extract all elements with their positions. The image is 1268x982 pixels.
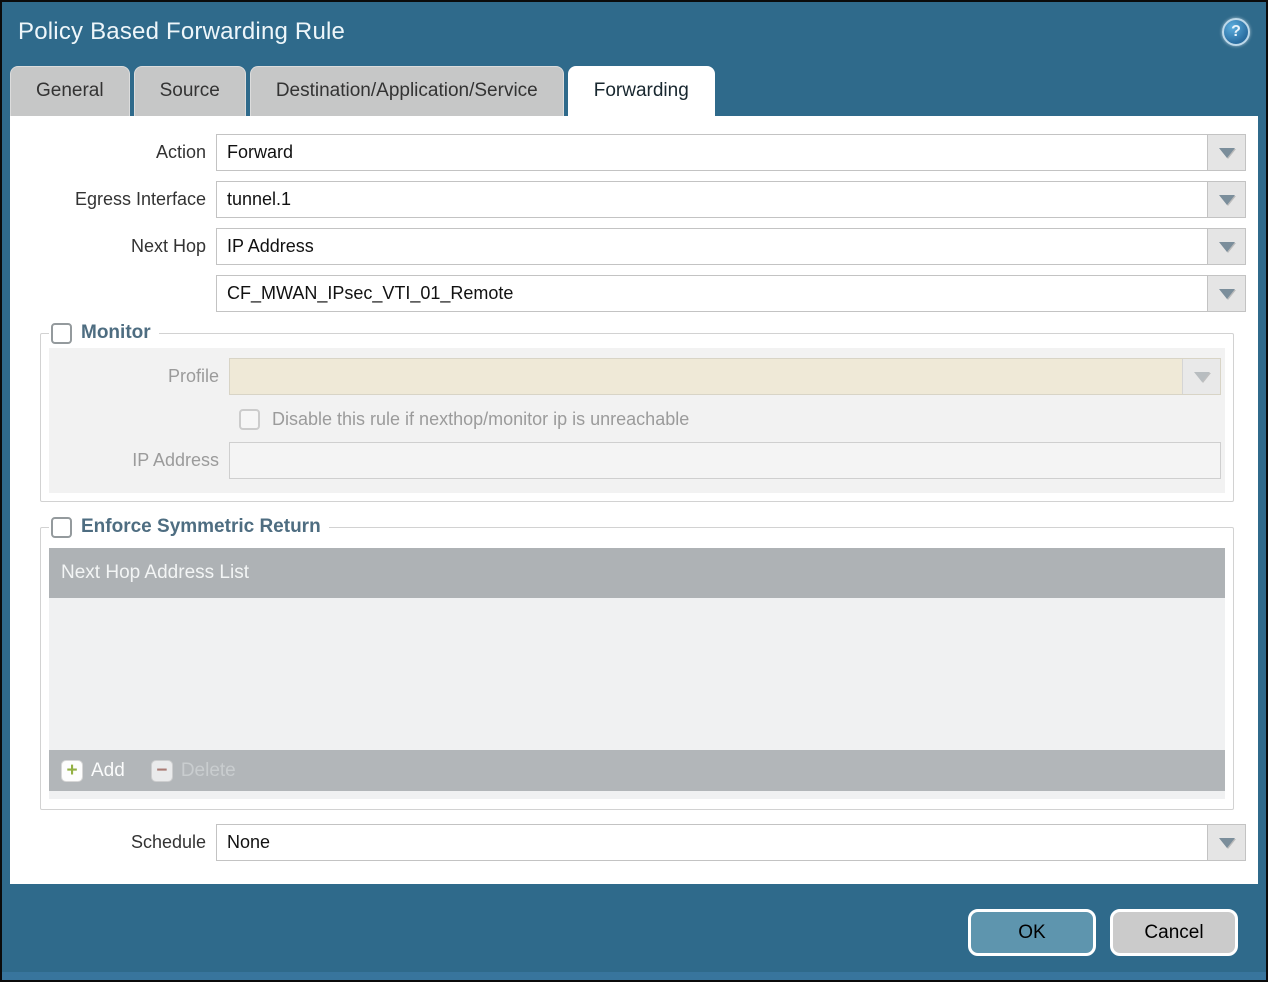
chevron-down-icon <box>1218 288 1235 299</box>
add-button[interactable]: + Add <box>61 759 125 782</box>
chevron-down-icon <box>1218 837 1235 848</box>
schedule-value: None <box>227 832 271 852</box>
schedule-row: Schedule None <box>10 824 1246 861</box>
next-hop-label: Next Hop <box>130 236 206 256</box>
chevron-down-icon <box>1218 147 1235 158</box>
monitor-checkbox[interactable] <box>51 322 72 344</box>
monitor-ip-address-label: IP Address <box>132 450 219 470</box>
schedule-dropdown-button[interactable] <box>1207 825 1245 860</box>
dialog-title: Policy Based Forwarding Rule <box>18 18 346 45</box>
disable-rule-label: Disable this rule if nexthop/monitor ip … <box>272 409 690 429</box>
monitor-legend: Monitor <box>49 322 159 344</box>
next-hop-row: Next Hop IP Address <box>10 228 1246 265</box>
monitor-ip-address-row: IP Address <box>49 442 1221 479</box>
tab-general[interactable]: General <box>10 66 130 116</box>
bottom-accent-strip <box>2 972 1266 980</box>
dialog-footer: OK Cancel <box>2 884 1266 972</box>
delete-button-label: Delete <box>180 759 236 781</box>
chevron-down-icon <box>1218 194 1235 205</box>
cancel-button[interactable]: Cancel <box>1110 909 1238 956</box>
egress-interface-dropdown-button[interactable] <box>1207 182 1245 217</box>
action-value: Forward <box>227 142 294 162</box>
next-hop-address-list-grid: Next Hop Address List + Add − Delete <box>49 548 1225 799</box>
tab-strip: General Source Destination/Application/S… <box>2 62 1266 116</box>
policy-based-forwarding-rule-dialog: Policy Based Forwarding Rule ? General S… <box>0 0 1268 982</box>
next-hop-address-list-header: Next Hop Address List <box>49 548 1225 598</box>
disable-rule-row: Disable this rule if nexthop/monitor ip … <box>239 409 1225 430</box>
monitor-legend-label: Monitor <box>81 322 151 343</box>
next-hop-type-select[interactable]: IP Address <box>216 228 1246 265</box>
monitor-panel: Profile Disable this rule if nexthop/mon… <box>49 348 1225 493</box>
egress-interface-value: tunnel.1 <box>227 189 292 209</box>
delete-button[interactable]: − Delete <box>150 759 236 782</box>
enforce-symmetric-return-legend: Enforce Symmetric Return <box>49 516 329 538</box>
egress-interface-row: Egress Interface tunnel.1 <box>10 181 1246 218</box>
enforce-symmetric-return-legend-label: Enforce Symmetric Return <box>81 516 321 537</box>
next-hop-address-row: CF_MWAN_IPsec_VTI_01_Remote <box>10 275 1246 312</box>
enforce-symmetric-return-fieldset: Enforce Symmetric Return Next Hop Addres… <box>40 516 1234 810</box>
action-label: Action <box>155 142 206 162</box>
profile-value <box>230 359 1182 394</box>
tab-forwarding[interactable]: Forwarding <box>567 66 715 116</box>
chevron-down-icon <box>1218 241 1235 252</box>
profile-row: Profile <box>49 358 1221 395</box>
schedule-select[interactable]: None <box>216 824 1246 861</box>
egress-interface-select[interactable]: tunnel.1 <box>216 181 1246 218</box>
next-hop-address-list-body[interactable] <box>49 598 1225 750</box>
question-mark-glyph: ? <box>1231 23 1241 40</box>
action-select[interactable]: Forward <box>216 134 1246 171</box>
plus-icon: + <box>61 759 83 782</box>
profile-select[interactable] <box>229 358 1221 395</box>
action-row: Action Forward <box>10 134 1246 171</box>
ok-button[interactable]: OK <box>968 909 1096 956</box>
tab-source[interactable]: Source <box>133 66 246 116</box>
monitor-fieldset: Monitor Profile Disable this rule if nex… <box>40 322 1234 502</box>
next-hop-address-select[interactable]: CF_MWAN_IPsec_VTI_01_Remote <box>216 275 1246 312</box>
monitor-ip-address-input[interactable] <box>229 442 1221 479</box>
grid-toolbar: + Add − Delete <box>49 750 1225 791</box>
profile-dropdown-button[interactable] <box>1182 359 1220 394</box>
tab-destination-application-service[interactable]: Destination/Application/Service <box>249 66 564 116</box>
schedule-label: Schedule <box>130 832 206 852</box>
next-hop-address-dropdown-button[interactable] <box>1207 276 1245 311</box>
next-hop-dropdown-button[interactable] <box>1207 229 1245 264</box>
egress-interface-label: Egress Interface <box>74 189 206 209</box>
chevron-down-icon <box>1193 371 1210 382</box>
add-button-label: Add <box>91 759 125 781</box>
profile-label: Profile <box>167 366 219 386</box>
help-icon[interactable]: ? <box>1222 18 1250 46</box>
next-hop-address-value: CF_MWAN_IPsec_VTI_01_Remote <box>227 283 514 303</box>
action-dropdown-button[interactable] <box>1207 135 1245 170</box>
enforce-symmetric-return-checkbox[interactable] <box>51 516 72 538</box>
dialog-titlebar: Policy Based Forwarding Rule ? <box>2 2 1266 62</box>
forwarding-tab-panel: Action Forward Egress Interface tunnel.1… <box>10 116 1258 884</box>
next-hop-type-value: IP Address <box>227 236 314 256</box>
disable-rule-checkbox[interactable] <box>239 409 260 430</box>
minus-icon: − <box>150 759 173 782</box>
